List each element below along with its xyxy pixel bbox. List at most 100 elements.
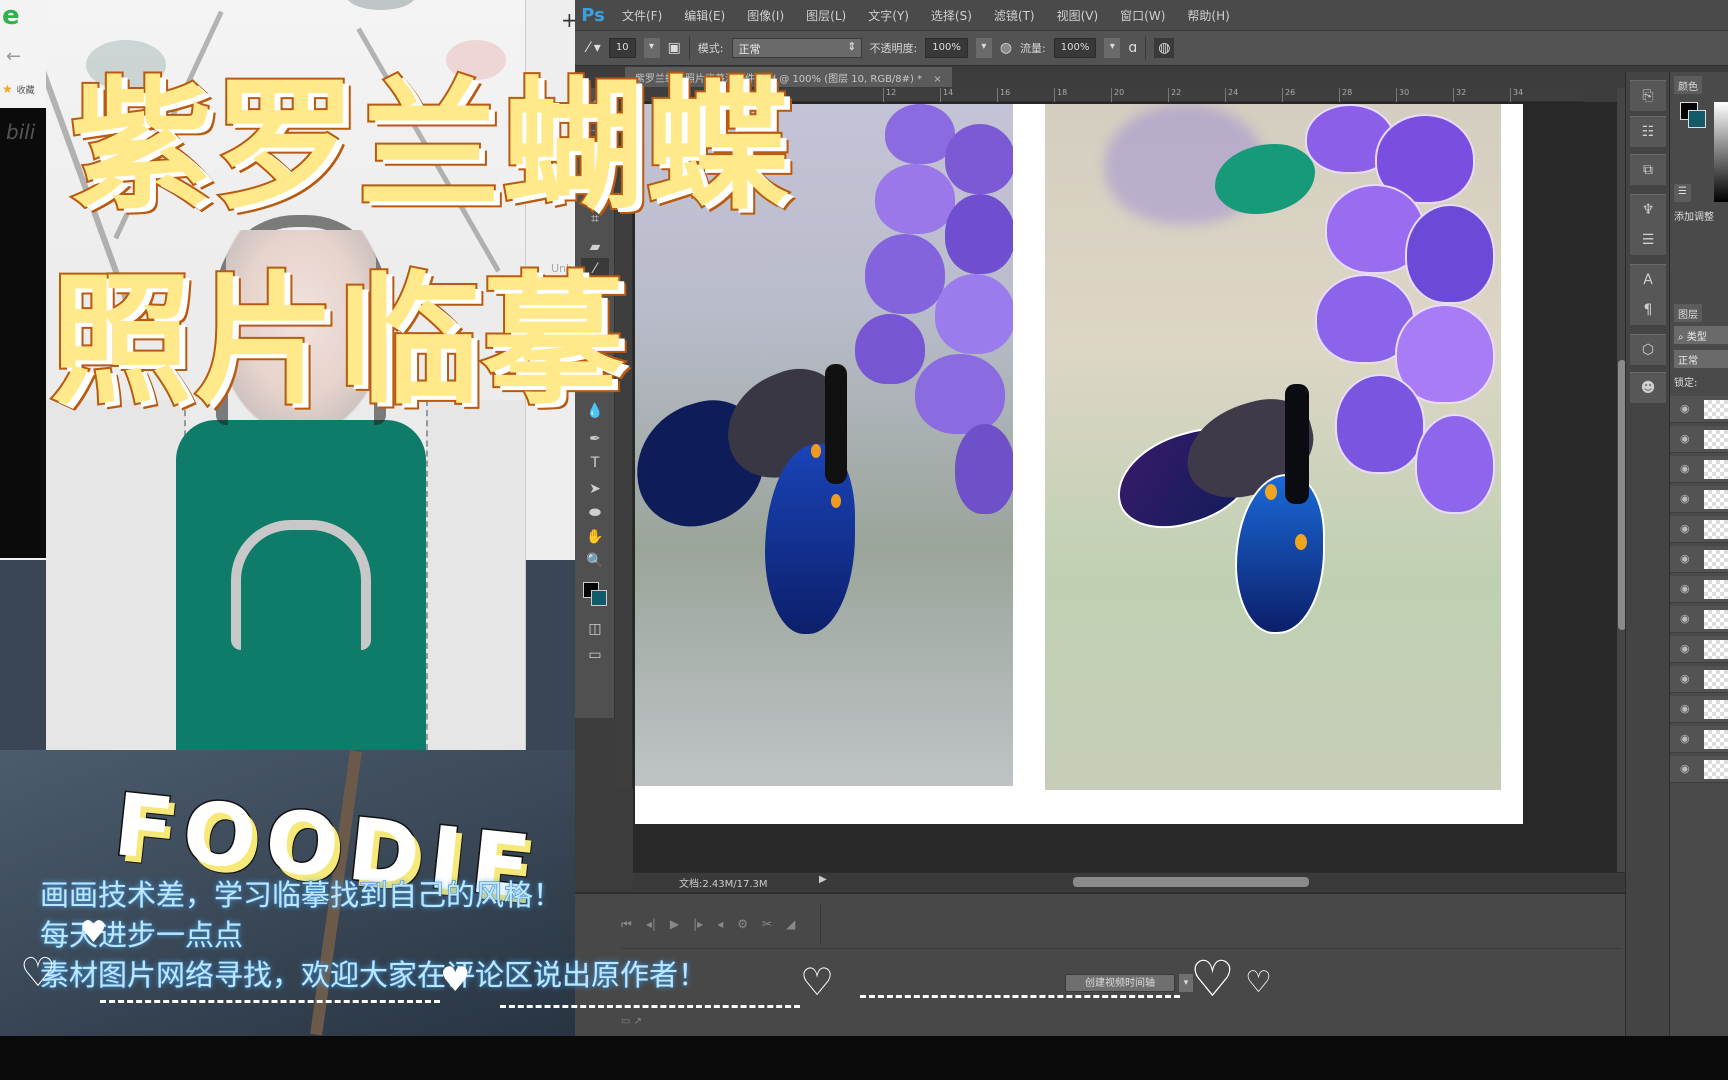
play-icon[interactable]: ▶: [670, 917, 679, 931]
3d-panel-icon[interactable]: ⬡: [1630, 335, 1666, 365]
layer-row[interactable]: ◉: [1670, 516, 1728, 543]
blend-mode-select[interactable]: 正常: [731, 38, 862, 58]
layer-blend-mode[interactable]: 正常: [1674, 350, 1728, 368]
airbrush-icon[interactable]: ɑ: [1128, 40, 1137, 56]
settings-icon[interactable]: ⚙: [737, 917, 748, 931]
opacity-label: 不透明度:: [869, 42, 918, 55]
brush-size-picker[interactable]: 10: [608, 38, 636, 58]
opacity-dropdown[interactable]: ▾: [975, 38, 992, 58]
pen-tool-icon[interactable]: ✒: [581, 428, 609, 450]
visibility-eye-icon[interactable]: ◉: [1680, 462, 1690, 475]
layer-row[interactable]: ◉: [1670, 486, 1728, 513]
go-to-first-frame-icon[interactable]: ⏮: [621, 917, 632, 932]
brush-panel-icon[interactable]: ▣: [668, 40, 681, 56]
menu-file[interactable]: 文件(F): [611, 7, 673, 24]
visibility-eye-icon[interactable]: ◉: [1680, 522, 1690, 535]
close-tab-icon[interactable]: ×: [933, 74, 941, 85]
layer-row[interactable]: ◉: [1670, 666, 1728, 693]
shape-tool-icon[interactable]: ⬬: [581, 502, 609, 524]
transition-icon[interactable]: ◢: [786, 917, 795, 931]
healing-brush-icon[interactable]: ▰: [581, 236, 609, 258]
favorites-button[interactable]: ★ 收藏: [2, 82, 35, 96]
layer-row[interactable]: ◉: [1670, 606, 1728, 633]
hand-tool-icon[interactable]: ✋: [581, 526, 609, 548]
layer-row[interactable]: ◉: [1670, 636, 1728, 663]
create-video-timeline-button[interactable]: 创建视频时间轴: [1065, 974, 1175, 992]
next-frame-icon[interactable]: |▸: [693, 917, 703, 931]
layer-row[interactable]: ◉: [1670, 696, 1728, 723]
layer-row[interactable]: ◉: [1670, 456, 1728, 483]
type-tool-icon[interactable]: T: [581, 452, 609, 474]
pressure-opacity-icon[interactable]: ◍: [1000, 40, 1012, 56]
visibility-eye-icon[interactable]: ◉: [1680, 612, 1690, 625]
path-select-icon[interactable]: ➤: [581, 478, 609, 500]
brush-presets-icon[interactable]: ♆: [1630, 195, 1666, 225]
visibility-eye-icon[interactable]: ◉: [1680, 552, 1690, 565]
visibility-eye-icon[interactable]: ◉: [1680, 702, 1690, 715]
properties-panel-icon[interactable]: ☷: [1630, 117, 1666, 147]
letterbox-bar: [0, 1036, 1728, 1080]
history-panel-icon[interactable]: ⎘: [1630, 81, 1666, 111]
layer-row[interactable]: ◉: [1670, 426, 1728, 453]
opacity-input[interactable]: 100%: [925, 38, 968, 58]
heart-doodle-icon: ♡: [800, 960, 835, 1004]
menu-edit[interactable]: 编辑(E): [673, 7, 736, 24]
brush-settings-icon[interactable]: ☰: [1630, 225, 1666, 255]
tab-layers[interactable]: 图层: [1674, 304, 1702, 322]
tab-adjustments[interactable]: ☰: [1674, 184, 1691, 202]
back-arrow-icon[interactable]: ←: [6, 46, 21, 67]
visibility-eye-icon[interactable]: ◉: [1680, 492, 1690, 505]
visibility-eye-icon[interactable]: ◉: [1680, 672, 1690, 685]
clone-source-icon[interactable]: ⧉: [1630, 155, 1666, 185]
menu-help[interactable]: 帮助(H): [1176, 7, 1240, 24]
tab-color[interactable]: 颜色: [1674, 76, 1702, 94]
layer-row[interactable]: ◉: [1670, 546, 1728, 573]
screen-mode-icon[interactable]: ▭: [581, 644, 609, 666]
layer-row[interactable]: ◉: [1670, 726, 1728, 753]
visibility-eye-icon[interactable]: ◉: [1680, 732, 1690, 745]
zoom-tool-icon[interactable]: 🔍: [581, 550, 609, 572]
visibility-eye-icon[interactable]: ◉: [1680, 582, 1690, 595]
menu-type[interactable]: 文字(Y): [857, 7, 920, 24]
menu-image[interactable]: 图像(I): [736, 7, 795, 24]
previous-frame-icon[interactable]: ◂|: [646, 917, 656, 931]
menu-view[interactable]: 视图(V): [1046, 7, 1110, 24]
menu-filter[interactable]: 滤镜(T): [983, 7, 1046, 24]
audio-icon[interactable]: ◂: [717, 917, 723, 931]
flow-input[interactable]: 100%: [1053, 38, 1097, 58]
brush-size-dropdown[interactable]: ▾: [643, 38, 660, 58]
browser-logo-icon[interactable]: e: [2, 3, 26, 29]
ruler-tick: 24: [1225, 88, 1238, 102]
menu-layer[interactable]: 图层(L): [795, 7, 857, 24]
video-title-line-1: 紫罗兰蝴蝶: [68, 62, 790, 231]
layer-row[interactable]: ◉: [1670, 576, 1728, 603]
background-color-swatch[interactable]: [591, 590, 607, 606]
timeline-bottom-icons[interactable]: ▭ ↗: [621, 1016, 642, 1027]
ruler-tick: 22: [1168, 88, 1181, 102]
mode-label: 模式:: [697, 42, 724, 55]
menu-window[interactable]: 窗口(W): [1109, 7, 1176, 24]
video-site-panel: bili: [0, 108, 46, 558]
layer-filter-kind[interactable]: ⌕ 类型: [1674, 326, 1728, 344]
quick-mask-icon[interactable]: ◫: [581, 618, 609, 640]
status-menu-arrow-icon[interactable]: ▶: [819, 874, 827, 885]
layer-row[interactable]: ◉: [1670, 396, 1728, 423]
color-ramp[interactable]: [1714, 102, 1728, 202]
visibility-eye-icon[interactable]: ◉: [1680, 642, 1690, 655]
visibility-eye-icon[interactable]: ◉: [1680, 402, 1690, 415]
visibility-eye-icon[interactable]: ◉: [1680, 762, 1690, 775]
user-avatar-icon[interactable]: ☻: [1630, 373, 1666, 403]
menu-select[interactable]: 选择(S): [920, 7, 983, 24]
character-panel-icon[interactable]: A: [1630, 265, 1666, 295]
panel-background-swatch[interactable]: [1688, 110, 1706, 128]
flow-dropdown[interactable]: ▾: [1104, 38, 1121, 58]
site-logo: bili: [6, 120, 36, 144]
layer-row[interactable]: ◉: [1670, 756, 1728, 783]
pressure-size-icon[interactable]: ◍: [1154, 38, 1175, 58]
visibility-eye-icon[interactable]: ◉: [1680, 432, 1690, 445]
brush-tool-icon[interactable]: ⁄ ▾: [587, 40, 601, 56]
split-icon[interactable]: ✂: [762, 917, 772, 931]
layer-thumbnail: [1704, 580, 1728, 599]
paragraph-panel-icon[interactable]: ¶: [1630, 295, 1666, 325]
horizontal-scroll-thumb[interactable]: [1073, 877, 1309, 887]
